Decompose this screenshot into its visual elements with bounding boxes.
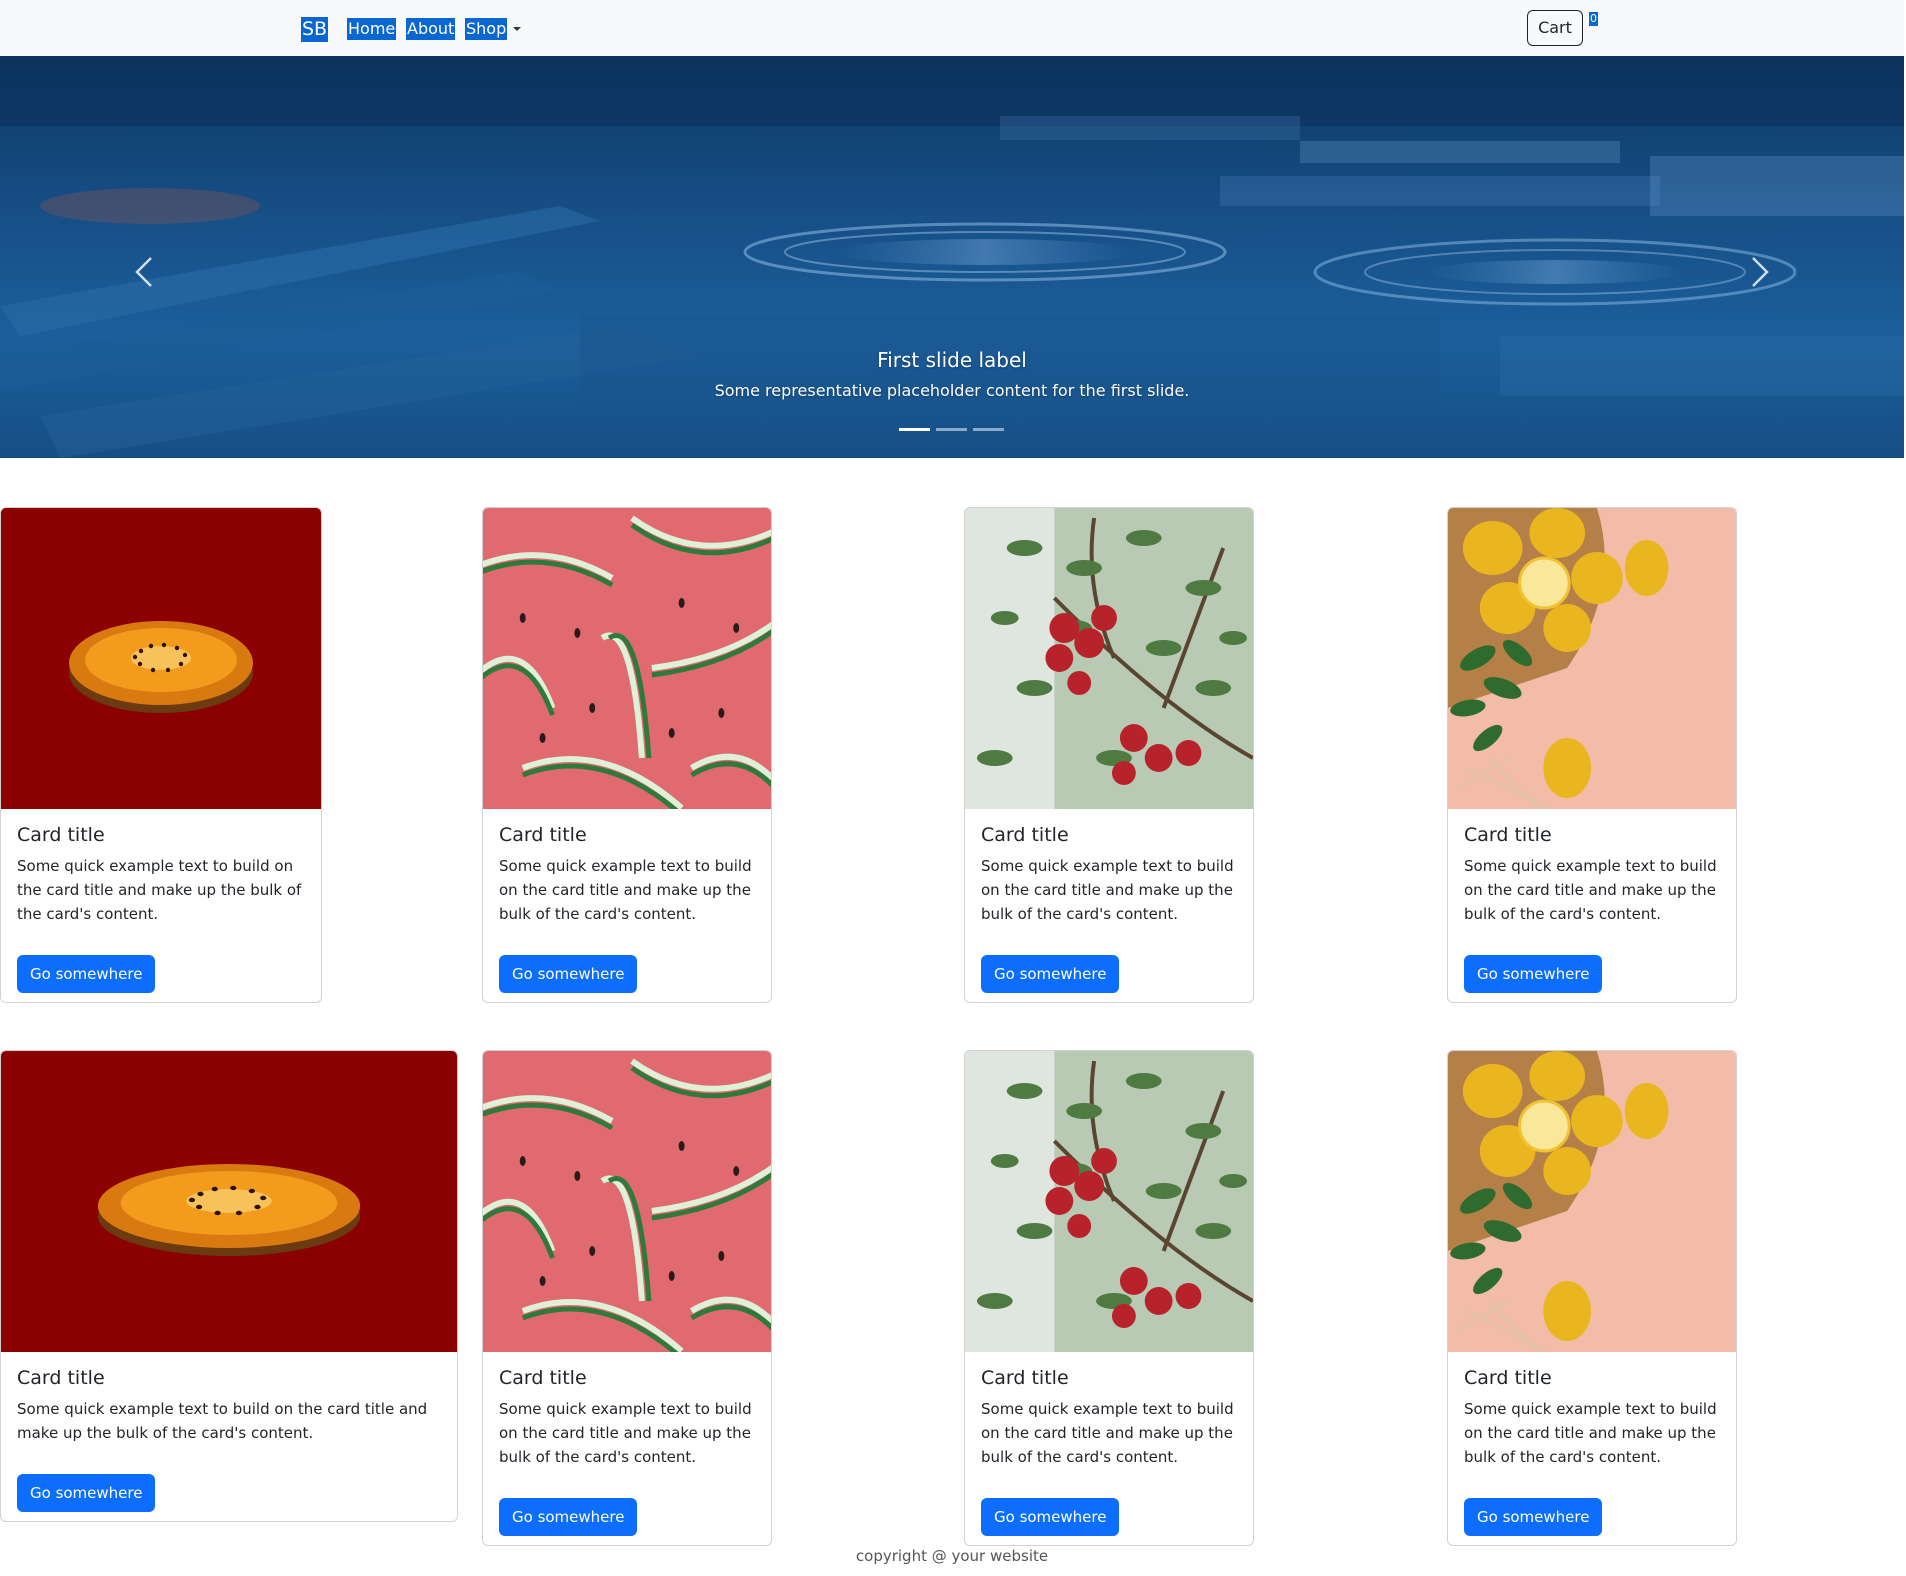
brand-logo[interactable]: SB (301, 17, 329, 42)
product-card: Card title Some quick example text to bui… (482, 507, 772, 1003)
footer-copyright: copyright @ your website (855, 1547, 1049, 1565)
card-image (1, 508, 321, 809)
cart-button[interactable]: Cart (1527, 10, 1583, 46)
product-card: Card title Some quick example text to bui… (964, 507, 1254, 1003)
product-card: Card title Some quick example text to bui… (1447, 1050, 1737, 1546)
card-title: Card title (1464, 1367, 1552, 1389)
card-image (483, 508, 771, 809)
card-image (483, 1051, 771, 1352)
carousel-indicator[interactable] (973, 428, 1004, 431)
dropdown-caret-icon[interactable] (513, 27, 521, 31)
product-card: Card title Some quick example text to bui… (0, 507, 322, 1003)
card-image (965, 508, 1253, 809)
card-image (965, 1051, 1253, 1352)
card-text: Some quick example text to build on the … (17, 1400, 428, 1442)
go-somewhere-button[interactable]: Go somewhere (17, 1474, 156, 1512)
card-text: Some quick example text to build on the … (1464, 1400, 1717, 1466)
go-somewhere-button[interactable]: Go somewhere (1464, 1498, 1603, 1536)
card-text: Some quick example text to build on the … (499, 857, 752, 923)
product-card: Card title Some quick example text to bui… (964, 1050, 1254, 1546)
hero-carousel: First slide label Some representative pl… (0, 56, 1904, 458)
carousel-indicator[interactable] (936, 428, 967, 431)
product-card: Card title Some quick example text to bui… (1447, 507, 1737, 1003)
carousel-caption-text: Some representative placeholder content … (714, 381, 1190, 400)
card-image (1, 1051, 457, 1352)
product-card: Card title Some quick example text to bui… (0, 1050, 458, 1522)
go-somewhere-button[interactable]: Go somewhere (981, 955, 1120, 993)
card-image (1448, 508, 1736, 809)
go-somewhere-button[interactable]: Go somewhere (981, 1498, 1120, 1536)
chevron-right-icon (1752, 257, 1769, 287)
product-card: Card title Some quick example text to bui… (482, 1050, 772, 1546)
card-title: Card title (17, 1367, 105, 1389)
card-text: Some quick example text to build on the … (1464, 857, 1717, 923)
go-somewhere-button[interactable]: Go somewhere (17, 955, 156, 993)
card-title: Card title (981, 1367, 1069, 1389)
chevron-left-icon (135, 257, 152, 287)
card-image (1448, 1051, 1736, 1352)
go-somewhere-button[interactable]: Go somewhere (499, 955, 638, 993)
nav-link-home[interactable]: Home (347, 18, 397, 40)
card-text: Some quick example text to build on the … (981, 1400, 1234, 1466)
nav-link-shop[interactable]: Shop (465, 18, 508, 40)
go-somewhere-button[interactable]: Go somewhere (499, 1498, 638, 1536)
carousel-next-button[interactable] (1731, 242, 1791, 302)
nav-link-about[interactable]: About (406, 18, 456, 40)
card-title: Card title (499, 1367, 587, 1389)
card-text: Some quick example text to build on the … (17, 857, 302, 923)
carousel-indicator[interactable] (899, 428, 930, 431)
card-title: Card title (499, 824, 587, 846)
card-text: Some quick example text to build on the … (499, 1400, 752, 1466)
card-title: Card title (1464, 824, 1552, 846)
card-title: Card title (981, 824, 1069, 846)
go-somewhere-button[interactable]: Go somewhere (1464, 955, 1603, 993)
carousel-prev-button[interactable] (113, 242, 173, 302)
navbar: SB Home About Shop Cart 0 (0, 0, 1904, 56)
carousel-caption-title: First slide label (877, 348, 1027, 372)
cart-count-badge: 0 (1589, 12, 1598, 26)
card-title: Card title (17, 824, 105, 846)
card-text: Some quick example text to build on the … (981, 857, 1234, 923)
